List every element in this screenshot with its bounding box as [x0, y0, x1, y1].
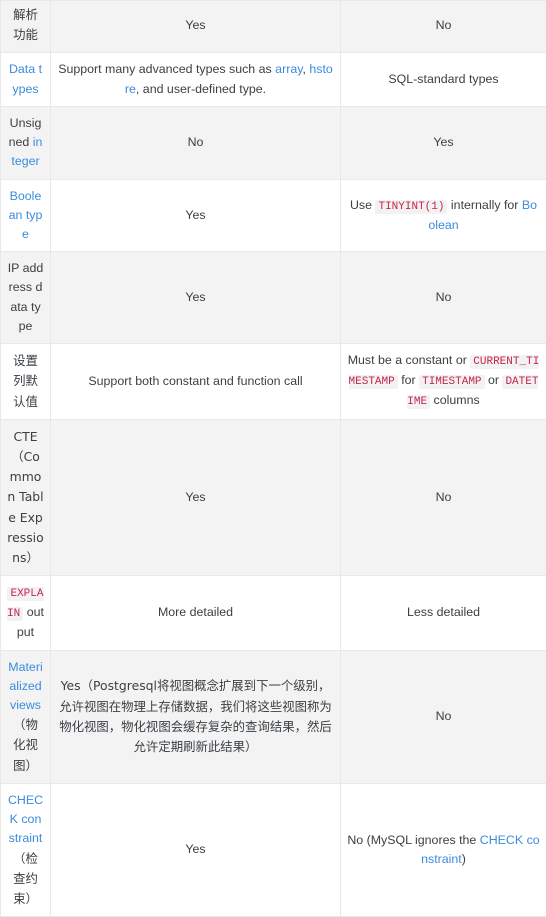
text-3: internally for [447, 198, 521, 212]
mysql-cell-column-default-value: Must be a constant or CURRENT_TIMESTAMP … [341, 344, 546, 420]
mysql-cell-unsigned-integer: Yes [341, 106, 546, 179]
postgres-cell-check-constraint: Yes [51, 783, 341, 916]
text-5: or [485, 373, 503, 387]
text-1: No [436, 490, 452, 504]
text-1: 设置列默认值 [13, 353, 38, 408]
mysql-cell-materialized-views: No [341, 650, 546, 783]
table-row: 设置列默认值 Support both constant and function… [1, 344, 546, 420]
text-1: Less detailed [407, 605, 480, 619]
inline-code-2: TINYINT(1) [375, 200, 447, 214]
postgres-cell-ip-address-data-type: Yes [51, 252, 341, 344]
text-1: 解析功能 [13, 7, 38, 42]
text-1: Support both constant and function call [88, 374, 302, 388]
mysql-cell-cte: No [341, 419, 546, 576]
postgres-cell-boolean-type: Yes [51, 179, 341, 252]
table-row: Data types Support many advanced types su… [1, 53, 546, 106]
table-row: Materialized views （物化视图） Yes（Postgresql将视… [1, 650, 546, 783]
postgres-cell-materialized-views: Yes（Postgresql将视图概念扩展到下一个级别，允许视图在物理上存储数据… [51, 650, 341, 783]
text-1: Yes [433, 135, 453, 149]
mysql-cell-boolean-type: Use TINYINT(1) internally for Boolean [341, 179, 546, 252]
text-1: No [436, 290, 452, 304]
table-row: CHECK constraint （检查约束） Yes No (MySQL ignor… [1, 783, 546, 916]
table-row: IP address data type Yes No [1, 252, 546, 344]
text-1: Use [350, 198, 375, 212]
text-2: （检查约束） [13, 851, 38, 906]
text-1: Yes [185, 290, 205, 304]
text-1: Yes [185, 208, 205, 222]
feature-cell-materialized-views: Materialized views （物化视图） [1, 650, 51, 783]
feature-cell-ip-address-data-type: IP address data type [1, 252, 51, 344]
link-1[interactable]: CHECK constraint [8, 793, 43, 845]
text-2: （物化视图） [13, 717, 38, 772]
table-row: CTE（Common Table Expressions） Yes No [1, 419, 546, 576]
text-1: Must be a constant or [348, 353, 471, 367]
feature-cell-parse-function: 解析功能 [1, 1, 51, 53]
table-row: Unsig ned integer No Yes [1, 106, 546, 179]
feature-cell-boolean-type: Boolean type [1, 179, 51, 252]
link-1[interactable]: Materialized views [8, 660, 42, 712]
feature-cell-data-types: Data types [1, 53, 51, 106]
text-3: for [398, 373, 419, 387]
link-1[interactable]: Data types [9, 62, 42, 95]
text-1: No [436, 709, 452, 723]
text-1: No [436, 18, 452, 32]
text-7: columns [430, 393, 480, 407]
mysql-cell-data-types: SQL-standard types [341, 53, 546, 106]
postgres-cell-data-types: Support many advanced types such as arra… [51, 53, 341, 106]
postgres-cell-explain-output: More detailed [51, 576, 341, 650]
mysql-cell-check-constraint: No (MySQL ignores the CHECK constraint) [341, 783, 546, 916]
text-5: , and user-defined type. [136, 82, 266, 96]
text-1: Yes [185, 842, 205, 856]
feature-cell-column-default-value: 设置列默认值 [1, 344, 51, 420]
inline-code-4: TIMESTAMP [419, 375, 484, 389]
comparison-table: 解析功能 Yes No Data types Support many advanced… [0, 0, 546, 917]
text-1: CTE（Common Table Expressions） [7, 429, 43, 565]
feature-cell-cte: CTE（Common Table Expressions） [1, 419, 51, 576]
mysql-cell-explain-output: Less detailed [341, 576, 546, 650]
text-1: More detailed [158, 605, 233, 619]
table-row: EXPLAIN output More detailed Less detailed [1, 576, 546, 650]
postgres-cell-unsigned-integer: No [51, 106, 341, 179]
postgres-cell-parse-function: Yes [51, 1, 341, 53]
text-1: IP address data type [8, 261, 44, 333]
link-1[interactable]: Boolean type [9, 189, 43, 241]
feature-cell-unsigned-integer: Unsig ned integer [1, 106, 51, 179]
text-3: ) [462, 852, 466, 866]
text-1: Yes [185, 490, 205, 504]
text-1: No [188, 135, 204, 149]
text-1: No (MySQL ignores the [347, 833, 479, 847]
table-row: 解析功能 Yes No [1, 1, 546, 53]
text-1: SQL-standard types [388, 72, 498, 86]
mysql-cell-ip-address-data-type: No [341, 252, 546, 344]
postgres-cell-column-default-value: Support both constant and function call [51, 344, 341, 420]
link-2[interactable]: array [275, 62, 302, 76]
feature-cell-explain-output: EXPLAIN output [1, 576, 51, 650]
postgres-cell-cte: Yes [51, 419, 341, 576]
table-row: Boolean type Yes Use TINYINT(1) internally… [1, 179, 546, 252]
text-1: Support many advanced types such as [58, 62, 275, 76]
text-1: Yes [185, 18, 205, 32]
feature-cell-check-constraint: CHECK constraint （检查约束） [1, 783, 51, 916]
comparison-table-body: 解析功能 Yes No Data types Support many advanced… [1, 1, 546, 917]
text-1: Yes（Postgresql将视图概念扩展到下一个级别，允许视图在物理上存储数据… [59, 678, 332, 754]
mysql-cell-parse-function: No [341, 1, 546, 53]
